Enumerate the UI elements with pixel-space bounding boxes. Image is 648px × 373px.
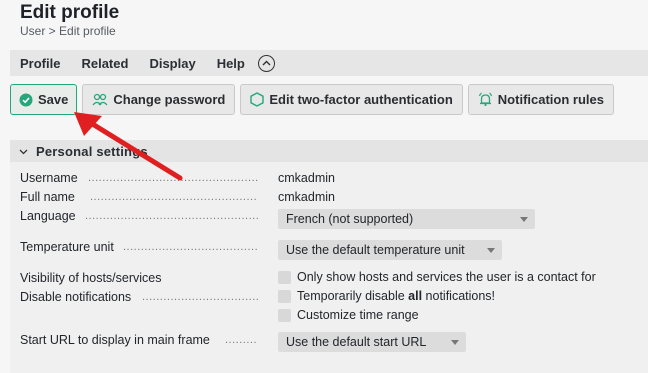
visibility-label: Visibility of hosts/services <box>20 271 162 285</box>
dot-leader: .......... <box>225 334 258 346</box>
menu-help[interactable]: Help <box>217 56 245 71</box>
visibility-checkbox-row: Only show hosts and services the user is… <box>278 270 596 284</box>
dot-leader: ........................................… <box>142 291 258 303</box>
dot-leader: ........................................… <box>123 241 258 253</box>
language-label: Language <box>20 209 76 223</box>
dot-leader: ........................................… <box>90 191 258 203</box>
chevron-down-icon <box>19 142 28 160</box>
start-url-select-value: Use the default start URL <box>286 335 427 349</box>
users-icon <box>92 93 108 107</box>
page-title: Edit profile <box>20 2 120 23</box>
customize-time-range-checkbox[interactable] <box>278 308 291 322</box>
change-password-label: Change password <box>113 92 226 107</box>
disable-notifications-checkbox-row: Temporarily disable all notifications! <box>278 289 495 303</box>
caret-down-icon <box>451 340 459 345</box>
edit-two-factor-label: Edit two-factor authentication <box>269 92 453 107</box>
start-url-label: Start URL to display in main frame <box>20 333 210 347</box>
full-name-value: cmkadmin <box>278 190 335 204</box>
edit-two-factor-button[interactable]: Edit two-factor authentication <box>240 84 463 115</box>
username-value: cmkadmin <box>278 171 335 185</box>
disable-notifications-label: Disable notifications <box>20 290 132 304</box>
hexagon-icon <box>250 92 265 107</box>
menu-related[interactable]: Related <box>81 56 128 71</box>
save-button[interactable]: Save <box>10 84 78 115</box>
notification-rules-button[interactable]: Notification rules <box>467 84 614 115</box>
start-url-select[interactable]: Use the default start URL <box>278 332 466 352</box>
page-header: Edit profile User > Edit profile <box>20 2 119 38</box>
check-circle-icon <box>19 93 33 107</box>
visibility-option: Only show hosts and services the user is… <box>297 270 596 284</box>
chevron-up-circle-icon[interactable] <box>257 54 275 72</box>
caret-down-icon <box>487 248 495 253</box>
dot-leader: ........................................… <box>85 210 258 222</box>
disable-notifications-option: Temporarily disable all notifications! <box>297 289 496 303</box>
personal-settings-form: Username ...............................… <box>10 162 648 373</box>
menu-display[interactable]: Display <box>149 56 195 71</box>
menu-profile[interactable]: Profile <box>20 56 60 71</box>
annotation-arrow-icon <box>74 112 183 181</box>
caret-down-icon <box>520 217 528 222</box>
save-label: Save <box>38 92 69 107</box>
menu-bar: Profile Related Display Help <box>10 50 648 76</box>
notification-rules-label: Notification rules <box>497 92 604 107</box>
temperature-select[interactable]: Use the default temperature unit <box>278 240 502 260</box>
customize-time-range-option: Customize time range <box>297 308 419 322</box>
temperature-select-value: Use the default temperature unit <box>286 243 465 257</box>
language-select[interactable]: French (not supported) <box>278 209 535 229</box>
disable-notifications-checkbox[interactable] <box>278 289 291 303</box>
language-select-value: French (not supported) <box>286 212 414 226</box>
customize-time-range-row: Customize time range <box>278 308 419 322</box>
bell-icon <box>478 92 493 107</box>
breadcrumb[interactable]: User > Edit profile <box>20 24 119 38</box>
temperature-label: Temperature unit <box>20 240 114 254</box>
visibility-checkbox[interactable] <box>278 270 291 284</box>
full-name-label: Full name <box>20 190 75 204</box>
